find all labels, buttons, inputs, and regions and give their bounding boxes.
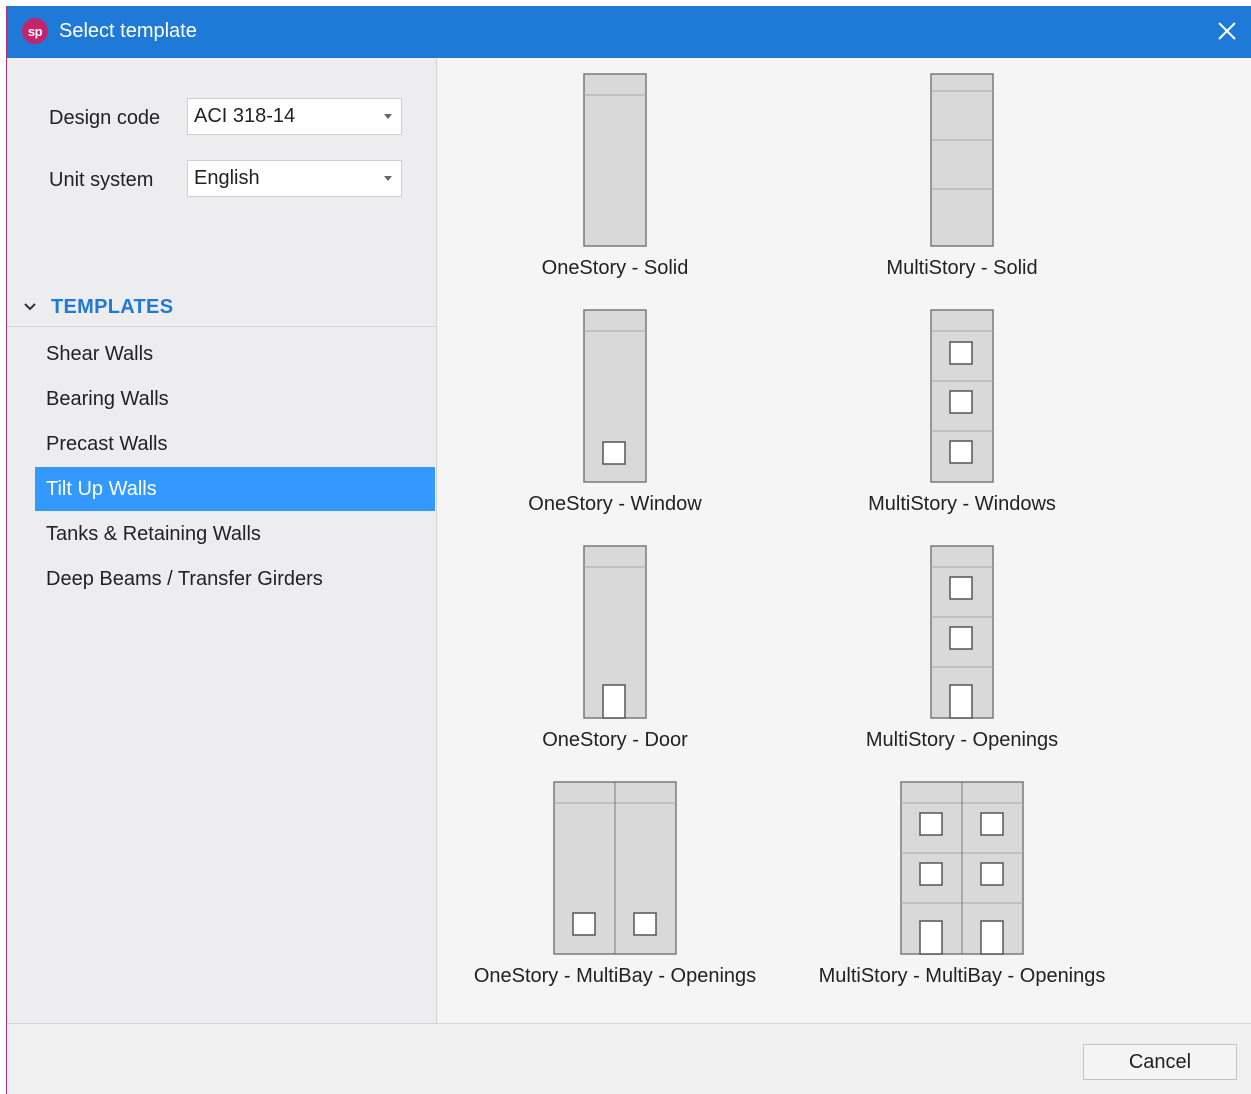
multistory-solid-icon <box>930 73 994 247</box>
unit-system-label: Unit system <box>49 169 154 191</box>
template-label: MultiStory - Solid <box>886 257 1038 279</box>
multistory-windows-icon <box>930 309 994 483</box>
design-code-dropdown[interactable]: ACI 318-14 <box>187 98 402 135</box>
select-template-dialog: sp Select template Design code ACI 318-1… <box>6 6 1251 1094</box>
chevron-down-icon <box>24 303 36 311</box>
multistory-openings-icon <box>930 545 994 719</box>
template-tile-onestory-door[interactable]: OneStory - Door <box>438 530 798 766</box>
onestory-window-icon <box>583 309 647 483</box>
left-panel: Design code ACI 318-14 Unit system Engli… <box>7 58 437 1023</box>
onestory-multibay-openings-icon <box>553 781 677 955</box>
templates-section-header[interactable]: TEMPLATES <box>23 291 437 323</box>
app-logo-icon: sp <box>22 18 48 44</box>
category-deep-beams-transfer-girders[interactable]: Deep Beams / Transfer Girders <box>35 557 435 601</box>
close-icon <box>1218 22 1236 40</box>
category-label: Deep Beams / Transfer Girders <box>46 567 323 590</box>
divider <box>7 326 437 327</box>
dropdown-arrow-icon <box>384 114 392 119</box>
dropdown-arrow-icon <box>384 176 392 181</box>
category-tilt-up-walls[interactable]: Tilt Up Walls <box>35 467 435 511</box>
template-label: MultiStory - Openings <box>865 729 1059 751</box>
category-label: Shear Walls <box>46 342 154 365</box>
close-button[interactable] <box>1212 16 1242 46</box>
title-bar: sp Select template <box>7 6 1251 58</box>
template-tile-multistory-solid[interactable]: MultiStory - Solid <box>798 58 1208 294</box>
template-label: OneStory - Door <box>542 729 688 751</box>
templates-header-label: TEMPLATES <box>51 295 174 318</box>
template-label: MultiStory - Windows <box>868 493 1056 515</box>
template-label: OneStory - Window <box>528 493 702 515</box>
template-label: OneStory - Solid <box>541 257 689 279</box>
template-tile-multistory-openings[interactable]: MultiStory - Openings <box>798 530 1208 766</box>
multistory-multibay-openings-icon <box>900 781 1024 955</box>
template-label: MultiStory - MultiBay - Openings <box>818 965 1106 987</box>
category-bearing-walls[interactable]: Bearing Walls <box>35 377 435 421</box>
onestory-solid-icon <box>583 73 647 247</box>
category-label: Tilt Up Walls <box>46 477 157 500</box>
design-code-value: ACI 318-14 <box>194 105 296 127</box>
category-label: Bearing Walls <box>46 387 169 410</box>
template-tile-onestory-window[interactable]: OneStory - Window <box>438 294 798 530</box>
design-code-label: Design code <box>49 107 161 129</box>
template-tile-multistory-multibay-openings[interactable]: MultiStory - MultiBay - Openings <box>798 766 1208 1002</box>
onestory-door-icon <box>583 545 647 719</box>
category-shear-walls[interactable]: Shear Walls <box>35 332 435 376</box>
template-tile-multistory-windows[interactable]: MultiStory - Windows <box>798 294 1208 530</box>
unit-system-dropdown[interactable]: English <box>187 160 402 197</box>
category-label: Tanks & Retaining Walls <box>46 522 261 545</box>
template-tile-onestory-solid[interactable]: OneStory - Solid <box>438 58 798 294</box>
template-tile-onestory-multibay-openings[interactable]: OneStory - MultiBay - Openings <box>438 766 798 1002</box>
template-label: OneStory - MultiBay - Openings <box>473 965 757 987</box>
cancel-button[interactable]: Cancel <box>1083 1044 1237 1080</box>
category-label: Precast Walls <box>46 432 168 455</box>
category-tanks-retaining-walls[interactable]: Tanks & Retaining Walls <box>35 512 435 556</box>
unit-system-value: English <box>194 167 260 189</box>
template-gallery: OneStory - Solid MultiStory - Solid OneS… <box>438 58 1251 1023</box>
dialog-footer: Cancel <box>7 1023 1251 1094</box>
dialog-title: Select template <box>59 20 197 42</box>
category-precast-walls[interactable]: Precast Walls <box>35 422 435 466</box>
